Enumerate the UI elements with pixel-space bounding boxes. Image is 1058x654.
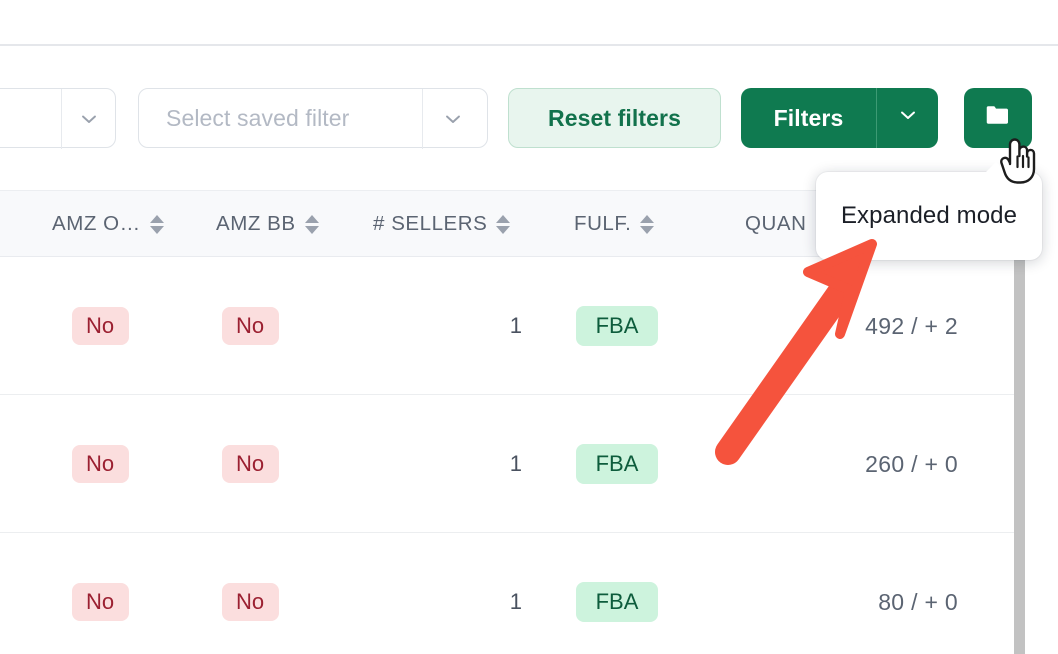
column-header-fulfillment[interactable]: FULF. — [574, 191, 655, 257]
reset-filters-button[interactable]: Reset filters — [508, 88, 721, 148]
chevron-down-icon[interactable] — [441, 107, 465, 131]
cell-quantity: 260 / + 0 — [740, 395, 1014, 533]
sort-icon[interactable] — [496, 214, 511, 234]
sort-icon[interactable] — [304, 214, 319, 234]
cell-num-sellers: 1 — [300, 533, 740, 654]
app-root: Select saved filter Reset filters Filter… — [0, 0, 1058, 654]
saved-filter-placeholder: Select saved filter — [166, 105, 350, 131]
cell-quantity: 80 / + 0 — [740, 533, 1014, 654]
num-sellers-value: 1 — [509, 313, 522, 338]
chevron-down-icon — [896, 103, 920, 133]
status-badge: No — [71, 583, 129, 621]
cell-amz-bb: No — [200, 533, 300, 654]
quantity-value: 80 / + 0 — [878, 588, 958, 615]
cell-fulfillment: FBA — [576, 533, 658, 654]
tooltip-caret-icon — [984, 162, 1008, 174]
reset-filters-label: Reset filters — [548, 104, 681, 131]
quantity-value: 492 / + 2 — [865, 312, 958, 339]
saved-filter-select[interactable]: Select saved filter — [138, 88, 488, 149]
table-body: No No 1 FBA 492 / + 2 No No 1 FBA 260 / … — [0, 257, 1014, 654]
status-badge: No — [71, 307, 129, 345]
status-badge: No — [221, 445, 279, 483]
table-row[interactable]: No No 1 FBA 260 / + 0 — [0, 395, 1014, 533]
filters-split-button[interactable]: Filters — [741, 88, 938, 148]
tooltip-text: Expanded mode — [840, 202, 1018, 229]
cell-num-sellers: 1 — [300, 395, 740, 533]
vertical-scrollbar-thumb[interactable] — [1014, 258, 1025, 654]
expanded-mode-button[interactable] — [964, 88, 1032, 148]
status-badge: No — [221, 583, 279, 621]
filters-dropdown-toggle[interactable] — [877, 88, 938, 148]
filters-label[interactable]: Filters — [741, 88, 876, 148]
column-header-amz-o[interactable]: AMZ O… — [52, 191, 164, 257]
column-header-num-sellers[interactable]: # SELLERS — [373, 191, 511, 257]
fulfillment-badge: FBA — [576, 306, 658, 346]
sort-icon[interactable] — [149, 214, 164, 234]
column-header-quantity[interactable]: QUAN — [745, 191, 806, 257]
column-header-label: QUAN — [745, 212, 807, 235]
chevron-down-icon[interactable] — [77, 107, 101, 131]
cell-amz-o: No — [0, 533, 200, 654]
column-header-label: FULF. — [574, 212, 632, 235]
column-select[interactable] — [0, 88, 116, 149]
quantity-value: 260 / + 0 — [865, 450, 958, 477]
column-header-label: # SELLERS — [373, 212, 488, 235]
cell-amz-o: No — [0, 395, 200, 533]
num-sellers-value: 1 — [509, 451, 522, 476]
num-sellers-value: 1 — [509, 589, 522, 614]
cell-quantity: 492 / + 2 — [740, 257, 1014, 395]
select-divider — [422, 89, 423, 149]
table-row[interactable]: No No 1 FBA 80 / + 0 — [0, 533, 1014, 654]
cell-fulfillment: FBA — [576, 257, 658, 395]
table-row[interactable]: No No 1 FBA 492 / + 2 — [0, 257, 1014, 395]
status-badge: No — [221, 307, 279, 345]
cell-fulfillment: FBA — [576, 395, 658, 533]
cell-amz-bb: No — [200, 395, 300, 533]
top-divider — [0, 44, 1058, 46]
select-divider — [61, 89, 62, 149]
cell-amz-o: No — [0, 257, 200, 395]
fulfillment-badge: FBA — [576, 444, 658, 484]
tooltip: Expanded mode — [816, 162, 1042, 260]
column-header-label: AMZ BB — [216, 212, 296, 235]
cell-num-sellers: 1 — [300, 257, 740, 395]
cell-amz-bb: No — [200, 257, 300, 395]
folder-icon — [983, 100, 1013, 136]
status-badge: No — [71, 445, 129, 483]
column-header-amz-bb[interactable]: AMZ BB — [216, 191, 319, 257]
fulfillment-badge: FBA — [576, 582, 658, 622]
column-header-label: AMZ O… — [52, 212, 141, 235]
sort-icon[interactable] — [640, 214, 655, 234]
filter-toolbar: Select saved filter Reset filters Filter… — [0, 88, 1058, 150]
